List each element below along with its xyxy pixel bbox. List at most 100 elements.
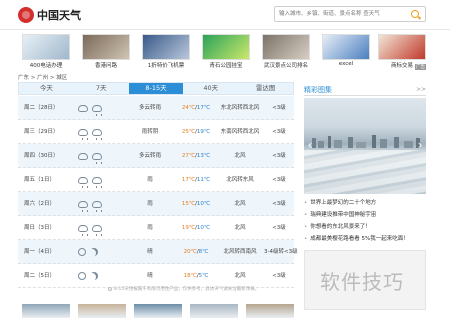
thumbnail-image — [82, 34, 130, 60]
tab-forecast-0[interactable]: 今天 — [19, 83, 74, 94]
bottom-thumbnail[interactable] — [134, 304, 182, 318]
wind-level: <3级 — [272, 177, 286, 183]
temperature-range: 15℃/10℃ — [176, 192, 216, 216]
forecast-date: 周四（30日） — [24, 153, 59, 159]
temperature-range: 20℃/8℃ — [176, 240, 216, 264]
news-link[interactable]: 成都最美樱花路看看 5%我一起来吃面！ — [304, 234, 426, 244]
temp-low: 13℃ — [196, 153, 211, 159]
watermark: 软件技巧 — [320, 270, 404, 294]
thumbnail-caption: 武汉景点公司排名 — [263, 63, 308, 69]
tab-forecast-2[interactable]: 8-15天 — [128, 83, 184, 94]
wind-direction: 东北风转西北风 — [220, 105, 260, 111]
ad-thumbnail[interactable]: 青石公园挂宝 — [202, 34, 250, 70]
weather-condition: 雨 — [147, 177, 153, 183]
wind-direction: 北风转西南风 — [223, 249, 257, 255]
next-arrow-icon[interactable]: › — [416, 138, 424, 152]
weather-icons — [78, 175, 102, 188]
cloud-rain-icon — [92, 105, 102, 116]
bottom-thumbnail[interactable] — [246, 304, 294, 318]
tab-forecast-3[interactable]: 40天 — [183, 83, 238, 94]
ad-thumbnail[interactable]: 香港问路 — [82, 34, 130, 70]
forecast-tabs: 今天 7天 8-15天 40天 雷达图 — [18, 82, 294, 95]
cloud-rain-icon — [92, 129, 102, 140]
bottom-thumbnail-strip — [22, 304, 294, 318]
gallery-title: 精彩图集 — [304, 86, 332, 94]
temperature-range: 19℃/10℃ — [176, 216, 216, 240]
temp-high: 25℃ — [181, 129, 196, 135]
logo-icon — [18, 7, 34, 23]
temp-low: 10℃ — [196, 225, 211, 231]
gallery-more-link[interactable]: >> — [416, 84, 426, 96]
thumbnail-caption: 1折特价飞机票 — [147, 63, 185, 69]
city-skyline-image — [312, 135, 420, 148]
bottom-thumbnail[interactable] — [22, 304, 70, 318]
cloud-rain-icon — [78, 201, 88, 212]
site-logo[interactable]: 中国天气 — [18, 6, 81, 24]
news-link[interactable]: 瑞典建设推带中国神秘宇宙 — [304, 210, 426, 220]
wind-level: <3级 — [272, 273, 286, 279]
temp-high: 19℃ — [181, 225, 196, 231]
temp-low: 10℃ — [196, 201, 211, 207]
search-box — [274, 6, 426, 22]
tab-forecast-1[interactable]: 7天 — [74, 83, 129, 94]
thumbnail-image — [262, 34, 310, 60]
temp-low: 17℃ — [196, 105, 211, 111]
prev-arrow-icon[interactable]: ‹ — [306, 138, 314, 152]
temperature-range: 18℃/5℃ — [176, 264, 216, 288]
cloud-rain-icon — [92, 177, 102, 188]
search-input[interactable] — [279, 7, 407, 21]
wind-level: <3级 — [272, 105, 286, 111]
thumbnail-caption: 400电话办理 — [29, 63, 63, 69]
frozen-river-image — [304, 150, 426, 194]
thumbnail-image — [202, 34, 250, 60]
search-icon[interactable] — [411, 10, 419, 18]
weather-condition: 雨 — [147, 201, 153, 207]
forecast-row: 周一（4日） 晴 20℃/8℃ 北风转西南风 3-4级转<3级 — [18, 240, 298, 264]
weather-icons — [78, 223, 102, 236]
wind-level: <3级 — [272, 201, 286, 207]
cloud-rain-icon — [92, 225, 102, 236]
wind-direction: 东南风转西北风 — [220, 129, 260, 135]
forecast-row: 周五（1日） 雨 17℃/11℃ 北风转东风 <3级 — [18, 168, 294, 192]
gallery-header: 精彩图集 >> — [304, 84, 426, 96]
forecast-date: 周日（3日） — [24, 225, 55, 231]
forecast-date: 周一（4日） — [24, 249, 55, 255]
temperature-range: 17℃/11℃ — [176, 168, 216, 192]
forecast-date: 周三（29日） — [24, 129, 59, 135]
moon-icon — [90, 248, 98, 256]
news-link[interactable]: 你想看的东北风景来了！ — [304, 222, 426, 232]
wind-direction: 北风 — [234, 273, 246, 279]
temp-low: 8℃ — [198, 249, 209, 255]
weather-icons — [78, 103, 102, 116]
weather-condition: 雨转阴 — [141, 129, 159, 135]
moon-icon — [90, 272, 98, 280]
thumbnail-caption: 青石公园挂宝 — [209, 63, 243, 69]
weather-condition: 雨 — [147, 225, 153, 231]
weather-icons — [78, 247, 98, 256]
breadcrumb[interactable]: 广东 > 广州 > 城区 — [18, 73, 67, 81]
temp-high: 20℃ — [183, 249, 197, 255]
tab-forecast-4[interactable]: 雷达图 — [238, 83, 293, 94]
thumbnail-image — [378, 34, 426, 60]
weather-icons — [78, 271, 98, 280]
ad-thumbnail[interactable]: 武汉景点公司排名 — [262, 34, 310, 70]
forecast-date: 周二（28日） — [24, 105, 59, 111]
site-header: 中国天气 — [0, 0, 450, 30]
weather-condition: 晴 — [147, 249, 153, 255]
forecast-row: 周二（5日） 晴 18℃/5℃ 北风 <3级 — [18, 264, 294, 288]
gallery-photo[interactable]: ‹ › — [304, 98, 426, 194]
ad-thumbnail[interactable]: 400电话办理 — [22, 34, 70, 70]
forecast-footnote: 8-15天预报属于有限可用性产品，仅供参考，具体天气请关注最新预报。 — [108, 286, 294, 292]
temperature-range: 27℃/13℃ — [176, 144, 216, 168]
bottom-thumbnail[interactable] — [190, 304, 238, 318]
ad-thumbnail[interactable]: 1折特价飞机票 — [142, 34, 190, 70]
thumbnail-caption: 香港问路 — [94, 63, 117, 69]
ad-thumbnail[interactable]: excel — [322, 34, 370, 70]
temperature-range: 24℃/17℃ — [176, 96, 216, 120]
forecast-row: 周日（3日） 雨 19℃/10℃ 北风 <3级 — [18, 216, 294, 240]
news-link[interactable]: 世界上最梦幻的二十个地方 — [304, 198, 426, 208]
thumbnail-image — [322, 34, 370, 60]
ad-thumbnail[interactable]: 商标交易 广告 — [378, 34, 426, 70]
wind-direction: 北风 — [234, 225, 246, 231]
bottom-thumbnail[interactable] — [78, 304, 126, 318]
